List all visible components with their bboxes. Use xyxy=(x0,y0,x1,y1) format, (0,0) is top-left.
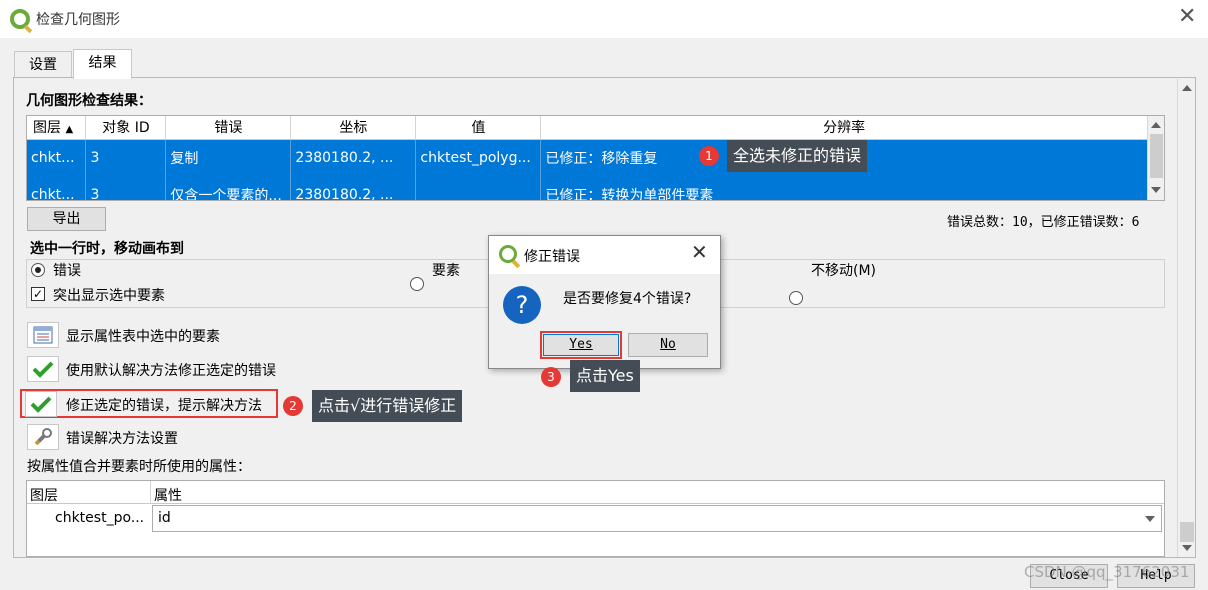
step-badge-1: 1 xyxy=(699,146,719,166)
sort-ascending-icon: ▲ xyxy=(65,124,74,136)
qgis-logo-icon xyxy=(499,245,517,263)
watermark: CSDN @qq_31762031 xyxy=(1024,563,1190,581)
table-cell: chktest_polyg... xyxy=(415,139,542,176)
column-header[interactable]: 图层 ▲ xyxy=(27,116,87,140)
table-scrollbar[interactable] xyxy=(1147,116,1164,200)
merge-layer-cell: chktest_po... xyxy=(55,510,145,526)
dialog-title: 修正错误 xyxy=(524,249,580,265)
fix-prompt-button[interactable] xyxy=(25,391,57,417)
callout-1: 全选未修正的错误 xyxy=(727,140,868,172)
dialog-message: 是否要修复4个错误? xyxy=(563,291,692,307)
fix-errors-dialog: 修正错误 ✕ ? 是否要修复4个错误? Yes No xyxy=(488,235,721,369)
tab-settings[interactable]: 设置 xyxy=(14,51,72,79)
fix-default-label: 使用默认解决方法修正选定的错误 xyxy=(66,363,276,379)
radio-feature-label: 要素 xyxy=(432,263,460,279)
table-cell: 3 xyxy=(85,176,167,200)
merge-table: 图层 属性 chktest_po... id xyxy=(26,480,1165,557)
attribute-table-icon xyxy=(33,326,53,344)
title-bar: 检查几何图形 ✕ xyxy=(0,0,1208,38)
show-in-table-label: 显示属性表中选中的要素 xyxy=(66,329,220,345)
table-cell: 2380180.2, ... xyxy=(290,139,417,176)
radio-error[interactable] xyxy=(31,263,45,277)
column-header[interactable]: 错误 xyxy=(165,116,292,140)
checkmark-icon xyxy=(30,396,52,413)
table-scroll-up-icon[interactable] xyxy=(1151,122,1161,128)
table-header: 图层 ▲ 对象 ID 错误 坐标 值 分辨率 xyxy=(27,116,1148,140)
show-in-table-button[interactable] xyxy=(27,322,59,348)
column-header[interactable]: 值 xyxy=(415,116,542,140)
radio-error-label: 错误 xyxy=(53,263,81,279)
column-header[interactable]: 对象 ID xyxy=(85,116,167,140)
scroll-up-icon[interactable] xyxy=(1182,85,1192,91)
qgis-logo-icon xyxy=(10,9,30,29)
attribute-select[interactable]: id xyxy=(152,505,1162,532)
panel-scrollbar[interactable] xyxy=(1177,79,1195,557)
table-row[interactable]: chkt... 3 仅含一个要素的... 2380180.2, ... 已修正：… xyxy=(27,176,1148,200)
window-title: 检查几何图形 xyxy=(36,12,120,28)
fix-default-button[interactable] xyxy=(27,356,59,382)
callout-2: 点击√进行错误修正 xyxy=(312,390,463,422)
resolution-settings-label: 错误解决方法设置 xyxy=(66,431,178,447)
scroll-down-icon[interactable] xyxy=(1182,545,1192,551)
radio-no-move-label: 不移动(M) xyxy=(811,263,877,279)
dialog-close-icon[interactable]: ✕ xyxy=(691,240,708,264)
wrench-icon xyxy=(34,428,52,446)
checkmark-icon xyxy=(32,361,54,378)
table-scroll-down-icon[interactable] xyxy=(1151,187,1161,193)
yes-button[interactable]: Yes xyxy=(543,334,619,356)
error-summary: 错误总数：10，已修正错误数：6 xyxy=(947,215,1140,230)
close-window-icon[interactable]: ✕ xyxy=(1178,4,1196,30)
column-header[interactable]: 坐标 xyxy=(290,116,417,140)
merge-heading: 按属性值合并要素时所使用的属性： xyxy=(27,459,251,475)
resolution-settings-button[interactable] xyxy=(27,424,59,450)
results-heading: 几何图形检查结果： xyxy=(26,93,152,109)
table-cell: 已修正：转换为单部件要素 xyxy=(540,176,1148,200)
table-cell: chkt... xyxy=(27,139,87,176)
radio-no-move[interactable] xyxy=(789,291,803,305)
merge-column-attribute: 属性 xyxy=(154,488,182,504)
scroll-thumb[interactable] xyxy=(1180,522,1194,542)
step-badge-2: 2 xyxy=(283,396,303,416)
highlight-checkbox[interactable]: ✓ xyxy=(31,287,45,301)
export-button[interactable]: 导出 xyxy=(27,207,106,231)
merge-table-header xyxy=(27,481,1164,504)
column-header[interactable]: 分辨率 xyxy=(540,116,1148,140)
table-cell: 仅含一个要素的... xyxy=(165,176,292,200)
table-cell xyxy=(415,176,542,200)
no-button[interactable]: No xyxy=(628,333,708,357)
step-badge-3: 3 xyxy=(541,367,561,387)
highlight-checkbox-label: 突出显示选中要素 xyxy=(53,288,165,304)
results-table: 图层 ▲ 对象 ID 错误 坐标 值 分辨率 chkt... 3 复制 2380… xyxy=(26,115,1165,201)
table-row[interactable]: chkt... 3 复制 2380180.2, ... chktest_poly… xyxy=(27,139,1148,176)
attribute-select-value: id xyxy=(158,510,171,526)
table-cell: 2380180.2, ... xyxy=(290,176,417,200)
callout-3: 点击Yes xyxy=(570,360,640,392)
radio-feature[interactable] xyxy=(410,277,424,291)
merge-column-layer: 图层 xyxy=(30,488,58,504)
question-icon: ? xyxy=(503,286,541,324)
fix-prompt-label: 修正选定的错误，提示解决方法 xyxy=(66,398,262,414)
table-cell: chkt... xyxy=(27,176,87,200)
tab-results[interactable]: 结果 xyxy=(73,49,132,79)
table-scroll-thumb[interactable] xyxy=(1150,134,1163,178)
chevron-down-icon xyxy=(1145,516,1155,522)
table-cell: 3 xyxy=(85,139,167,176)
table-cell: 复制 xyxy=(165,139,292,176)
move-section-heading: 选中一行时，移动画布到 xyxy=(30,241,184,257)
